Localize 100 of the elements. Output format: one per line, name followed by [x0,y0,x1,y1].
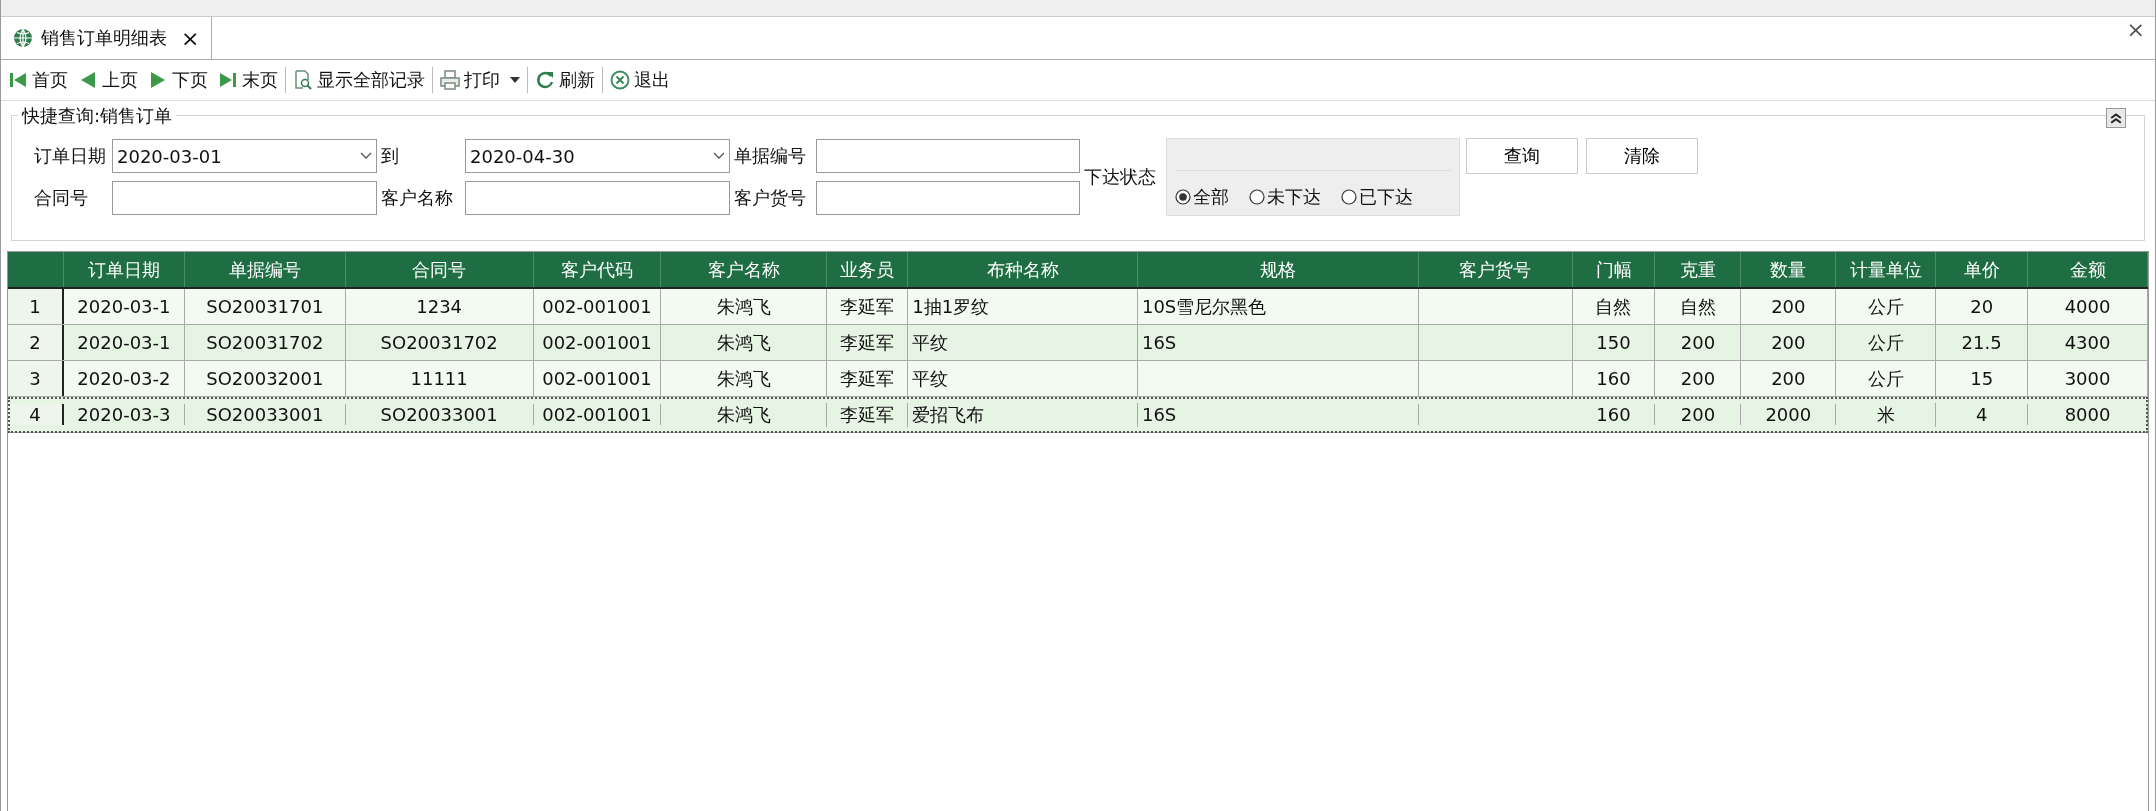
table-cell: 200 [1655,325,1742,360]
input-field[interactable] [465,181,730,215]
input-field[interactable] [112,181,377,215]
column-header[interactable]: 客户名称 [661,252,828,287]
field-label: 下达状态 [1083,165,1157,189]
table-cell: 自然 [1655,289,1742,324]
radio-button[interactable] [1341,189,1357,205]
toolbar-button[interactable]: 下页 [143,64,213,96]
toolbar-button[interactable]: 打印 [435,64,525,96]
toolbar-button[interactable]: 退出 [605,64,675,96]
table-row[interactable]: 2 2020-03-1 SO20031702 SO20031702 002-001001 朱鸿飞 李延军 平纹 16S 150 200 200 公斤 21.5 4300 [8,325,2148,361]
column-header[interactable]: 客户代码 [533,252,662,287]
table-cell: 米 [1836,402,1937,427]
table-cell: SO20031702 [184,325,346,360]
column-header[interactable]: 单价 [1936,252,2029,287]
table-cell: 200 [1655,361,1742,396]
table-cell: 8000 [2028,404,2148,425]
column-header[interactable]: 克重 [1655,252,1742,287]
row-number: 1 [8,289,64,324]
radio-button[interactable] [1249,189,1265,205]
field-label: 到 [380,144,400,168]
radio-option[interactable]: 已下达 [1341,185,1413,209]
input-field[interactable] [816,181,1080,215]
field-label: 客户名称 [380,186,454,210]
table-cell: 200 [1655,404,1742,425]
column-header[interactable]: 单据编号 [184,252,346,287]
table-cell: 3000 [2028,361,2148,396]
table-cell: 200 [1741,325,1837,360]
table-cell: 朱鸿飞 [661,325,828,360]
radio-button[interactable] [1175,189,1191,205]
table-row[interactable]: 3 2020-03-2 SO20032001 11111 002-001001 朱鸿飞 李延军 平纹 160 200 200 公斤 15 3000 [8,361,2148,397]
table-cell: 002-001001 [533,325,662,360]
radio-option[interactable]: 全部 [1175,185,1229,209]
radio-option[interactable]: 未下达 [1249,185,1321,209]
table-cell: 自然 [1572,289,1656,324]
table-cell: 4000 [2028,289,2148,324]
table-cell: 2020-03-3 [64,404,185,425]
table-cell: SO20033001 [184,404,346,425]
globe-icon [13,28,33,48]
table-cell: 朱鸿飞 [661,361,828,396]
table-cell: 平纹 [908,325,1138,360]
table-cell: SO20033001 [345,404,534,425]
tab-close-button[interactable]: × [181,25,200,51]
date-dropdown[interactable]: 2020-04-30 [465,139,730,173]
table-cell: 10S雪尼尔黑色 [1137,289,1419,324]
table-row[interactable]: 1 2020-03-1 SO20031701 1234 002-001001 朱鸿飞 李延军 1抽1罗纹 10S雪尼尔黑色 自然 自然 200 公斤 20 4000 [8,289,2148,325]
table-cell: 2020-03-1 [64,289,185,324]
table-cell: 李延军 [827,325,909,360]
table-cell: 2020-03-1 [64,325,185,360]
column-header[interactable]: 规格 [1137,252,1419,287]
table-cell: 002-001001 [533,361,662,396]
column-header[interactable]: 金额 [2028,252,2148,287]
table-cell: 李延军 [827,289,909,324]
table-cell: 李延军 [827,402,909,427]
field-label: 单据编号 [733,144,807,168]
column-header[interactable]: 业务员 [827,252,909,287]
column-header[interactable]: 门幅 [1572,252,1656,287]
table-cell: 2020-03-2 [64,361,185,396]
table-cell: 21.5 [1936,325,2029,360]
table-cell: 200 [1741,289,1837,324]
table-cell: 平纹 [908,361,1138,396]
query-button[interactable]: 清除 [1586,138,1698,174]
column-header[interactable]: 布种名称 [908,252,1138,287]
table-cell: 公斤 [1836,289,1937,324]
table-cell: 160 [1572,361,1656,396]
table-cell: 2000 [1741,404,1837,425]
table-cell: 4 [1936,404,2029,425]
table-cell: 朱鸿飞 [661,402,828,427]
query-button[interactable]: 查询 [1466,138,1578,174]
double-chevron-up-icon [2110,112,2122,124]
tab-title: 销售订单明细表 [41,26,167,50]
collapse-button[interactable] [2106,108,2126,128]
caret-icon [510,77,520,83]
column-header[interactable]: 合同号 [345,252,534,287]
table-cell: 李延军 [827,361,909,396]
table-cell: 002-001001 [533,289,662,324]
toolbar-button[interactable]: 显示全部记录 [288,64,430,96]
table-cell: 爱招飞布 [908,402,1138,427]
column-header[interactable]: 数量 [1741,252,1837,287]
input-field[interactable] [816,139,1080,173]
toolbar-button[interactable]: 首页 [3,64,73,96]
first-page-icon [8,70,28,90]
table-cell: 15 [1936,361,2029,396]
column-header[interactable]: 订单日期 [64,252,185,287]
row-number: 4 [8,404,64,425]
table-cell: 11111 [345,361,534,396]
field-label: 订单日期 [33,144,107,168]
table-cell: 002-001001 [533,404,662,425]
last-page-icon [218,70,238,90]
close-button[interactable]: × [2116,17,2155,42]
column-header[interactable]: 计量单位 [1836,252,1937,287]
table-cell: 20 [1936,289,2029,324]
toolbar-button[interactable]: 刷新 [530,64,600,96]
toolbar-button[interactable]: 上页 [73,64,143,96]
table-row[interactable]: 4 2020-03-3 SO20033001 SO20033001 002-001001 朱鸿飞 李延军 爱招飞布 16S 160 200 2000 米 4 8000 [8,397,2148,433]
table-cell: 150 [1572,325,1656,360]
row-number: 3 [8,361,64,396]
toolbar-button[interactable]: 末页 [213,64,283,96]
date-dropdown[interactable]: 2020-03-01 [112,139,377,173]
column-header[interactable]: 客户货号 [1418,252,1573,287]
